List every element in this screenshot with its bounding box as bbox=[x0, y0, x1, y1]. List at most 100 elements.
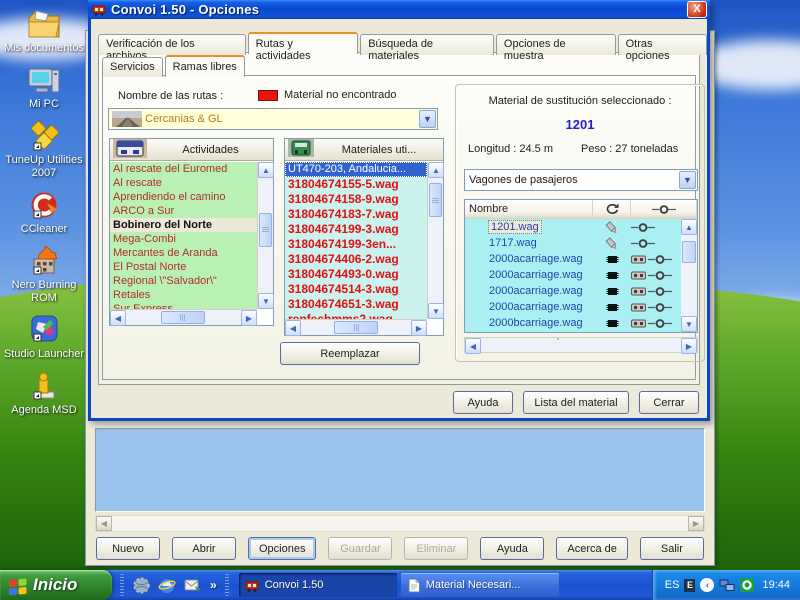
close-icon[interactable]: X bbox=[687, 1, 707, 18]
scroll-right-arrow-icon[interactable]: ▶ bbox=[681, 338, 697, 354]
quick-launch-overflow-chevron[interactable]: » bbox=[210, 578, 217, 592]
scroll-down-arrow-icon[interactable]: ▼ bbox=[681, 316, 697, 332]
salir-button[interactable]: Salir bbox=[640, 537, 704, 560]
scroll-right-arrow-icon[interactable]: ▶ bbox=[688, 516, 704, 531]
scroll-right-arrow-icon[interactable]: ▶ bbox=[411, 320, 427, 336]
scroll-left-arrow-icon[interactable]: ◀ bbox=[285, 320, 301, 336]
internet-explorer-icon[interactable] bbox=[158, 576, 176, 594]
material-item[interactable]: 31804674493-0.wag bbox=[285, 267, 427, 282]
scroll-thumb[interactable] bbox=[429, 183, 442, 217]
abrir-button[interactable]: Abrir bbox=[172, 537, 236, 560]
activity-item[interactable]: Aprendiendo el camino bbox=[110, 190, 257, 204]
scroll-right-arrow-icon[interactable]: ▶ bbox=[241, 310, 257, 326]
table-row[interactable]: 2000acarriage.wag bbox=[465, 299, 681, 315]
activity-item[interactable]: Bobinero del Norte bbox=[110, 218, 257, 232]
table-row[interactable]: 1201.wag bbox=[465, 219, 681, 235]
scroll-thumb[interactable] bbox=[259, 213, 272, 247]
desktop-icon-studio-launcher[interactable]: Studio Launcher bbox=[2, 314, 86, 361]
desktop-icon-ccleaner[interactable]: CCleaner bbox=[2, 189, 86, 236]
ayuda-button[interactable]: Ayuda bbox=[480, 537, 544, 560]
scroll-thumb[interactable] bbox=[161, 311, 205, 324]
activities-vertical-scrollbar[interactable]: ▲ ▼ bbox=[257, 162, 273, 309]
material-item[interactable]: 31804674199-3.wag bbox=[285, 222, 427, 237]
desktop-icon-mi-pc[interactable]: Mi PC bbox=[2, 64, 86, 111]
acerca-de-button[interactable]: Acerca de bbox=[556, 537, 628, 560]
table-row[interactable]: 1717.wag bbox=[465, 235, 681, 251]
ayuda-button[interactable]: Ayuda bbox=[453, 391, 513, 414]
subtab-ramas-libres[interactable]: Ramas libres bbox=[165, 55, 245, 77]
material-item[interactable]: 31804674651-3.wag bbox=[285, 297, 427, 312]
tab-verificación-de-los-archivos[interactable]: Verificación de los archivos bbox=[98, 34, 246, 55]
scroll-track[interactable] bbox=[481, 338, 681, 352]
nuevo-button[interactable]: Nuevo bbox=[96, 537, 160, 560]
tab-rutas-y-actividades[interactable]: Rutas y actividades bbox=[248, 32, 359, 54]
material-item[interactable]: 31804674155-5.wag bbox=[285, 177, 427, 192]
activity-item[interactable]: Al rescate bbox=[110, 176, 257, 190]
table-row[interactable]: 2000bcarriage.wag bbox=[465, 315, 681, 331]
activity-item[interactable]: Mercantes de Aranda bbox=[110, 246, 257, 260]
material-item[interactable]: 31804674158-9.wag bbox=[285, 192, 427, 207]
tab-opciones-de-muestra[interactable]: Opciones de muestra bbox=[496, 34, 616, 55]
materials-vertical-scrollbar[interactable]: ▲ ▼ bbox=[427, 162, 443, 319]
scroll-thumb[interactable] bbox=[682, 241, 696, 263]
tab-otras-opciones[interactable]: Otras opciones bbox=[618, 34, 707, 55]
task-convoi-1-50[interactable]: Convoi 1.50 bbox=[239, 573, 397, 597]
table-row[interactable]: 2000acarriage.wag bbox=[465, 251, 681, 267]
task-material-necesari[interactable]: Material Necesari... bbox=[401, 573, 559, 597]
scroll-down-arrow-icon[interactable]: ▼ bbox=[428, 303, 444, 319]
desktop-icon-mis-documentos[interactable]: Mis documentos bbox=[2, 8, 86, 55]
activity-item[interactable]: Retales bbox=[110, 288, 257, 302]
desktop-icon-tuneup-utilities-2007[interactable]: TuneUp Utilities 2007 bbox=[2, 120, 86, 180]
start-button[interactable]: Inicio bbox=[0, 570, 112, 600]
scroll-up-arrow-icon[interactable]: ▲ bbox=[258, 162, 274, 178]
globe-icon[interactable] bbox=[132, 576, 150, 594]
chevron-down-icon[interactable]: ▼ bbox=[679, 171, 696, 189]
activity-item[interactable]: ARCO a Sur bbox=[110, 204, 257, 218]
activity-item[interactable]: Regional \"Salvador\" bbox=[110, 274, 257, 288]
language-indicator[interactable]: ES bbox=[665, 579, 680, 591]
scroll-up-arrow-icon[interactable]: ▲ bbox=[428, 162, 444, 178]
scroll-left-arrow-icon[interactable]: ◀ bbox=[110, 310, 126, 326]
activities-horizontal-scrollbar[interactable]: ◀ ▶ bbox=[110, 309, 257, 325]
replace-button[interactable]: Reemplazar bbox=[280, 342, 420, 365]
activity-item[interactable]: El Postal Norte bbox=[110, 260, 257, 274]
scroll-track[interactable] bbox=[258, 178, 273, 293]
tab-búsqueda-de-materiales[interactable]: Búsqueda de materiales bbox=[360, 34, 494, 55]
mail-icon[interactable] bbox=[184, 576, 202, 594]
material-item[interactable]: UT470-203, Andalucia... bbox=[285, 162, 427, 177]
material-item[interactable]: 31804674514-3.wag bbox=[285, 282, 427, 297]
lista-del-material-button[interactable]: Lista del material bbox=[523, 391, 629, 414]
material-item[interactable]: renfechmms2.wag bbox=[285, 312, 427, 319]
bg-window-horizontal-scrollbar[interactable]: ◀ ▶ bbox=[95, 515, 705, 532]
scroll-track[interactable] bbox=[126, 310, 241, 325]
activity-item[interactable]: Al rescate del Euromed bbox=[110, 162, 257, 176]
opciones-button[interactable]: Opciones bbox=[248, 537, 316, 560]
scroll-track[interactable] bbox=[681, 235, 697, 316]
scroll-track[interactable] bbox=[301, 320, 411, 335]
material-item[interactable]: 31804674199-3en... bbox=[285, 237, 427, 252]
green-app-icon[interactable] bbox=[740, 578, 754, 592]
cerrar-button[interactable]: Cerrar bbox=[639, 391, 699, 414]
coupling-column-icon[interactable] bbox=[631, 200, 697, 219]
language-e-icon[interactable]: E bbox=[684, 579, 695, 592]
network-icon[interactable] bbox=[719, 579, 735, 592]
scroll-left-arrow-icon[interactable]: ◀ bbox=[465, 338, 481, 354]
scroll-track[interactable] bbox=[428, 178, 443, 303]
activity-item[interactable]: Mega-Combi bbox=[110, 232, 257, 246]
route-combobox[interactable]: Cercanias & GL ▼ bbox=[108, 108, 438, 130]
material-item[interactable]: 31804674183-7.wag bbox=[285, 207, 427, 222]
chevron-down-icon[interactable]: ▼ bbox=[419, 110, 436, 128]
table-horizontal-scrollbar[interactable]: ◀ ▶ bbox=[464, 337, 698, 353]
subtab-servicios[interactable]: Servicios bbox=[102, 57, 163, 77]
desktop-icon-agenda-msd[interactable]: Agenda MSD bbox=[2, 370, 86, 417]
material-item[interactable]: 31804674406-2.wag bbox=[285, 252, 427, 267]
scroll-left-arrow-icon[interactable]: ◀ bbox=[96, 516, 112, 531]
scroll-down-arrow-icon[interactable]: ▼ bbox=[258, 293, 274, 309]
dialog-titlebar[interactable]: Convoi 1.50 - Opciones X bbox=[88, 0, 710, 19]
name-column-header[interactable]: Nombre bbox=[465, 200, 593, 219]
materials-horizontal-scrollbar[interactable]: ◀ ▶ bbox=[285, 319, 427, 335]
category-combobox[interactable]: Vagones de pasajeros ▼ bbox=[464, 169, 698, 191]
reverse-direction-column-icon[interactable] bbox=[593, 200, 631, 219]
table-row[interactable]: 2000acarriage.wag bbox=[465, 267, 681, 283]
table-vertical-scrollbar[interactable]: ▲ ▼ bbox=[681, 219, 697, 332]
